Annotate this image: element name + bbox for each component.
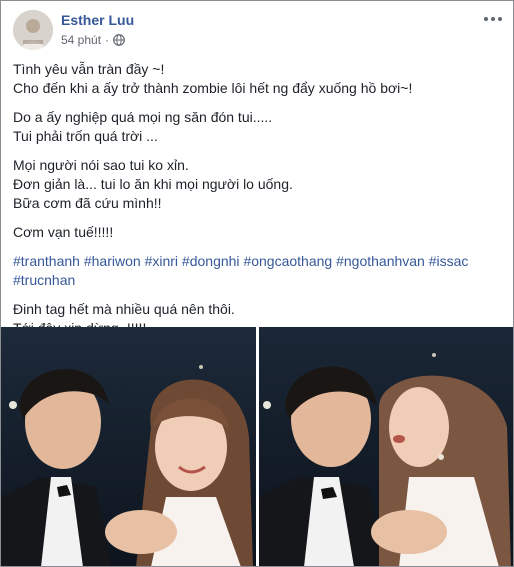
- more-horizontal-icon[interactable]: [483, 12, 503, 26]
- hashtag-link[interactable]: #ongcaothang: [243, 253, 332, 269]
- hashtag-link[interactable]: #hariwon: [84, 253, 141, 269]
- hashtag-link[interactable]: #ngothanhvan: [336, 253, 425, 269]
- text-line: Đơn giản là... tui lo ăn khi mọi người l…: [13, 176, 293, 192]
- post-paragraph-2: Do a ấy nghiệp quá mọi ng săn đón tui...…: [13, 108, 503, 146]
- hashtag-link[interactable]: #tranthanh: [13, 253, 80, 269]
- post-card: Esther Luu 54 phút · Tình yêu vẫn tràn đ…: [0, 0, 514, 567]
- text-line: Tui phải trốn quá trời ...: [13, 128, 158, 144]
- post-header: Esther Luu 54 phút ·: [13, 10, 503, 52]
- globe-icon[interactable]: [113, 34, 125, 46]
- text-line: Mọi người nói sao tui ko xỉn.: [13, 157, 189, 173]
- post-paragraph-3: Mọi người nói sao tui ko xỉn. Đơn giản l…: [13, 156, 503, 213]
- post-meta: 54 phút ·: [61, 33, 125, 47]
- post-body: Tình yêu vẫn tràn đầy ~! Cho đến khi a ấ…: [13, 60, 503, 348]
- text-line: Cho đến khi a ấy trở thành zombie lôi hế…: [13, 80, 413, 96]
- hashtag-list: #tranthanh #hariwon #xinri #dongnhi #ong…: [13, 252, 483, 290]
- text-line: Bữa cơm đã cứu mình!!: [13, 195, 162, 211]
- avatar[interactable]: [13, 10, 53, 50]
- hashtag-link[interactable]: #dongnhi: [182, 253, 240, 269]
- text-line: Do a ấy nghiệp quá mọi ng săn đón tui...…: [13, 109, 273, 125]
- meta-separator: ·: [105, 33, 110, 47]
- author-name[interactable]: Esther Luu: [61, 12, 134, 28]
- text-line: Tình yêu vẫn tràn đầy ~!: [13, 61, 165, 77]
- text-line: Đinh tag hết mà nhiều quá nên thôi.: [13, 301, 235, 317]
- post-time[interactable]: 54 phút: [61, 33, 101, 47]
- text-line: Cơm vạn tuế!!!!!: [13, 224, 114, 240]
- photo-grid: [1, 327, 513, 566]
- hashtag-link[interactable]: #issac: [429, 253, 469, 269]
- photo-couple-smiling[interactable]: [1, 327, 256, 566]
- post-paragraph-4: Cơm vạn tuế!!!!!: [13, 223, 503, 242]
- hashtag-link[interactable]: #xinri: [145, 253, 178, 269]
- post-paragraph-1: Tình yêu vẫn tràn đầy ~! Cho đến khi a ấ…: [13, 60, 503, 98]
- photo-couple-kiss[interactable]: [259, 327, 513, 566]
- hashtag-link[interactable]: #trucnhan: [13, 272, 75, 288]
